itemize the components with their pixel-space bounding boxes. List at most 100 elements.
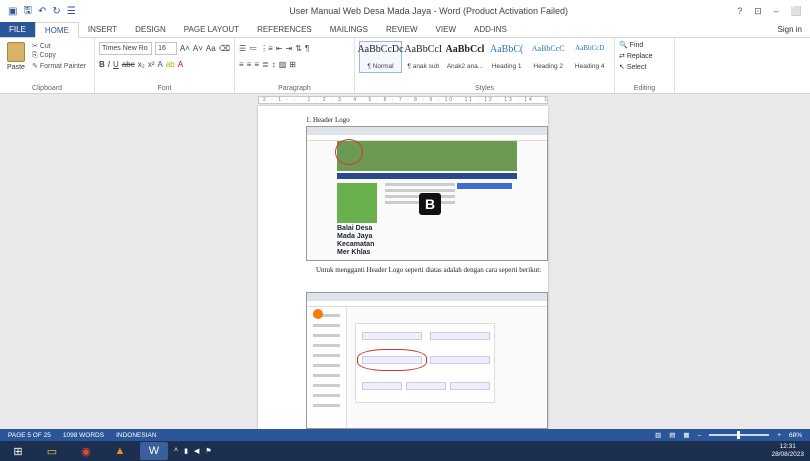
numbering-list-icon[interactable]: ≔ xyxy=(249,44,257,53)
clipboard-group: Paste ✂ Cut ⎘ Copy ✎ Format Painter Clip… xyxy=(0,38,95,93)
text-effects-icon[interactable]: A xyxy=(157,60,162,69)
paste-button[interactable]: Paste xyxy=(4,40,28,81)
borders-icon[interactable]: ⊞ xyxy=(289,60,296,69)
save-icon[interactable]: 🖫 xyxy=(23,3,32,20)
section-heading: 1. Header Logo xyxy=(306,116,350,124)
italic-icon[interactable]: I xyxy=(108,60,110,69)
style-anak-sub[interactable]: AaBbCcI ¶ anak sub xyxy=(403,41,444,73)
volume-icon[interactable]: ◀ xyxy=(194,447,199,455)
shrink-font-icon[interactable]: A˅ xyxy=(193,44,203,53)
align-left-icon[interactable]: ≡ xyxy=(239,60,244,69)
tab-view[interactable]: VIEW xyxy=(427,22,465,37)
tab-page-layout[interactable]: PAGE LAYOUT xyxy=(175,22,248,37)
tab-file[interactable]: FILE xyxy=(0,22,35,37)
vlc-icon[interactable]: ▲ xyxy=(106,442,134,460)
tab-design[interactable]: DESIGN xyxy=(126,22,175,37)
window-controls: ? ⊡ – ⬜ xyxy=(737,6,810,17)
screenshot-blogger-dashboard[interactable] xyxy=(306,292,548,429)
align-center-icon[interactable]: ≡ xyxy=(247,60,252,69)
paste-label: Paste xyxy=(7,64,25,71)
highlight-icon[interactable]: ab xyxy=(166,60,175,69)
select-button[interactable]: ↖ Select xyxy=(619,63,670,71)
increase-indent-icon[interactable]: ⇥ xyxy=(286,44,293,53)
print-layout-icon[interactable]: ▤ xyxy=(669,431,675,439)
browser-tabbar xyxy=(307,293,547,301)
style-anak2[interactable]: AaBbCcl Anak2 ana... xyxy=(445,41,486,73)
replace-button[interactable]: ⇄ Replace xyxy=(619,52,670,60)
zoom-slider[interactable] xyxy=(709,431,770,439)
tab-home[interactable]: HOME xyxy=(34,22,79,38)
network-icon[interactable]: ▮ xyxy=(184,447,188,455)
tab-add-ins[interactable]: ADD-INS xyxy=(465,22,516,37)
style-preview: AaBbC( xyxy=(490,44,524,55)
sign-in-link[interactable]: Sign in xyxy=(778,22,810,37)
undo-icon[interactable]: ↶ xyxy=(38,6,46,17)
read-mode-icon[interactable]: ▥ xyxy=(655,431,661,439)
bullets-icon[interactable]: ☰ xyxy=(67,6,76,17)
clear-format-icon[interactable]: ⌫ xyxy=(219,44,230,53)
sort-icon[interactable]: ⇅ xyxy=(295,44,302,53)
horizontal-ruler[interactable]: 2 · 1 · · · 1 · 2 · 3 · 4 · 5 · 6 · 7 · … xyxy=(258,96,548,104)
zoom-in-icon[interactable]: + xyxy=(777,432,781,439)
superscript-icon[interactable]: x² xyxy=(148,60,155,69)
font-name-combo[interactable]: Times New Ro xyxy=(99,41,153,55)
taskbar-clock[interactable]: 12:31 28/08/2023 xyxy=(771,443,810,459)
copy-button[interactable]: ⎘ Copy xyxy=(32,52,86,60)
editing-group-label: Editing xyxy=(633,85,656,92)
zoom-out-icon[interactable]: – xyxy=(698,432,702,439)
word-count[interactable]: 1098 WORDS xyxy=(63,432,104,439)
layout-field xyxy=(450,382,490,390)
change-case-icon[interactable]: Aa xyxy=(206,44,216,53)
language[interactable]: INDONESIAN xyxy=(116,432,156,439)
zoom-level[interactable]: 68% xyxy=(789,432,802,439)
web-layout-icon[interactable]: ▦ xyxy=(683,431,689,439)
font-color-icon[interactable]: A xyxy=(178,60,183,69)
multilevel-list-icon[interactable]: ⋮≡ xyxy=(260,44,273,53)
tab-review[interactable]: REVIEW xyxy=(377,22,427,37)
redo-icon[interactable]: ↻ xyxy=(52,6,60,17)
subscript-icon[interactable]: x₂ xyxy=(138,60,145,69)
line-spacing-icon[interactable]: ↕ xyxy=(272,60,276,69)
style-name: Heading 2 xyxy=(533,63,564,70)
style-heading-1[interactable]: AaBbC( Heading 1 xyxy=(486,41,527,73)
maximize-button[interactable]: ⬜ xyxy=(791,6,802,17)
shading-icon[interactable]: ▨ xyxy=(279,60,287,69)
underline-icon[interactable]: U xyxy=(113,60,119,69)
sidebar-widget xyxy=(457,183,512,189)
scissors-icon: ✂ xyxy=(32,43,40,50)
ribbon-display-button[interactable]: ⊡ xyxy=(754,6,762,17)
file-explorer-icon[interactable]: ▭ xyxy=(38,442,66,460)
font-size-combo[interactable]: 16 xyxy=(155,41,177,55)
justify-icon[interactable]: ≣ xyxy=(262,60,269,69)
style-preview: AaBbCcI xyxy=(404,44,443,55)
tray-up-arrow-icon[interactable]: ˄ xyxy=(174,447,178,455)
style-heading-2[interactable]: AaBbCcC Heading 2 xyxy=(528,41,569,73)
style-normal[interactable]: AaBbCcDc ¶ Normal xyxy=(357,41,404,73)
chrome-icon[interactable]: ◉ xyxy=(72,442,100,460)
windows-taskbar: ⊞ ▭ ◉ ▲ W ˄ ▮ ◀ ⚑ 12:31 28/08/2023 xyxy=(0,441,810,461)
blogger-logo-icon xyxy=(313,309,323,319)
tab-references[interactable]: REFERENCES xyxy=(248,22,321,37)
blogger-icon: B xyxy=(419,193,441,215)
screenshot-website-header[interactable]: B Balai Desa Mada Jaya Kecamatan Mer Khl… xyxy=(306,126,548,261)
style-heading-4[interactable]: AaBbCcD Heading 4 xyxy=(569,41,610,73)
align-right-icon[interactable]: ≡ xyxy=(254,60,259,69)
tab-mailings[interactable]: MAILINGS xyxy=(321,22,377,37)
decrease-indent-icon[interactable]: ⇤ xyxy=(276,44,283,53)
flag-icon[interactable]: ⚑ xyxy=(205,447,211,455)
cut-button[interactable]: ✂ Cut xyxy=(32,42,86,50)
start-button-icon[interactable]: ⊞ xyxy=(4,442,32,460)
bold-icon[interactable]: B xyxy=(99,60,105,69)
pilcrow-icon[interactable]: ¶ xyxy=(305,44,309,53)
strikethrough-icon[interactable]: abc xyxy=(122,60,135,69)
bullets-list-icon[interactable]: ☰ xyxy=(239,44,246,53)
find-button[interactable]: 🔍 Find xyxy=(619,41,670,49)
page-count[interactable]: PAGE 5 OF 25 xyxy=(8,432,51,439)
format-painter-button[interactable]: ✎ Format Painter xyxy=(32,62,86,70)
word-taskbar-icon[interactable]: W xyxy=(140,442,168,460)
minimize-button[interactable]: – xyxy=(774,6,779,17)
document-page[interactable]: 1. Header Logo B Balai Desa Mada Jaya Ke… xyxy=(258,106,548,429)
tab-insert[interactable]: INSERT xyxy=(79,22,126,37)
grow-font-icon[interactable]: A˄ xyxy=(180,44,190,53)
help-button[interactable]: ? xyxy=(737,6,742,17)
